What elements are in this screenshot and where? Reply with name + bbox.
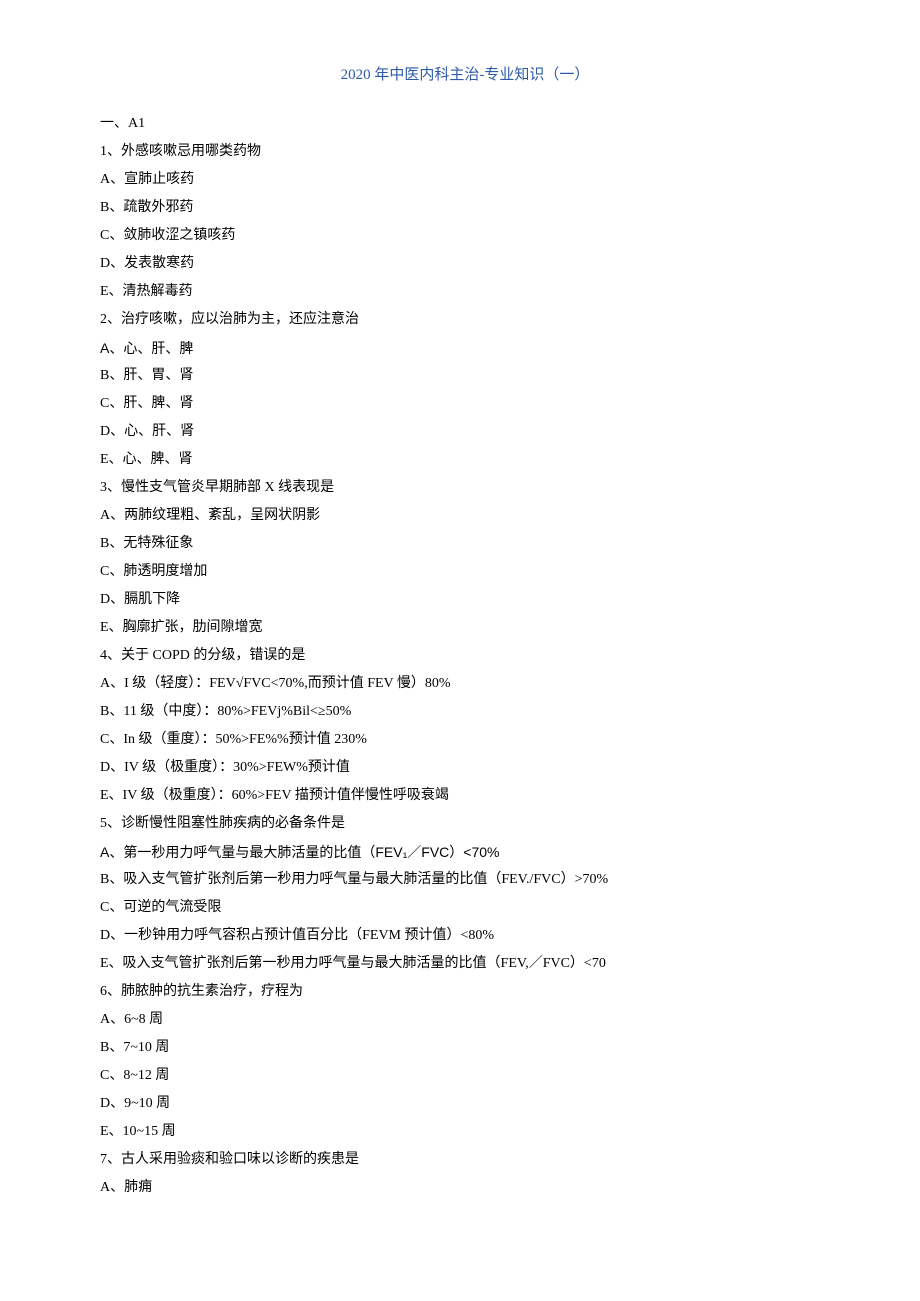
text-line: E、胸廓扩张，肋间隙增宽 (100, 614, 830, 642)
text-line: C、可逆的气流受限 (100, 894, 830, 922)
text-line: A、第一秒用力呼气量与最大肺活量的比值（FEV₁／FVC）<70% (100, 838, 830, 866)
text-line: B、吸入支气管扩张剂后第一秒用力呼气量与最大肺活量的比值（FEV./FVC）>7… (100, 866, 830, 894)
text-line: E、IV 级（极重度）：60%>FEV 描预计值伴慢性呼吸衰竭 (100, 782, 830, 810)
text-line: A、肺痈 (100, 1174, 830, 1202)
text-line: C、肺透明度增加 (100, 558, 830, 586)
text-line: B、无特殊征象 (100, 530, 830, 558)
text-line: E、清热解毒药 (100, 278, 830, 306)
text-line: A、心、肝、脾 (100, 334, 830, 362)
text-line: B、肝、胃、肾 (100, 362, 830, 390)
text-line: 7、古人采用验痰和验口味以诊断的疾患是 (100, 1146, 830, 1174)
text-line: D、一秒钟用力呼气容积占预计值百分比（FEVM 预计值）<80% (100, 922, 830, 950)
text-line: B、疏散外邪药 (100, 194, 830, 222)
text-line: C、In 级（重度）：50%>FE%%预计值 230% (100, 726, 830, 754)
document-body: 一、A11、外感咳嗽忌用哪类药物A、宣肺止咳药B、疏散外邪药C、敛肺收涩之镇咳药… (100, 110, 830, 1202)
text-line: 一、A1 (100, 110, 830, 138)
text-line: D、心、肝、肾 (100, 418, 830, 446)
text-line: 6、肺脓肿的抗生素治疗，疗程为 (100, 978, 830, 1006)
text-line: D、发表散寒药 (100, 250, 830, 278)
text-line: 2、治疗咳嗽，应以治肺为主，还应注意治 (100, 306, 830, 334)
text-line: E、吸入支气管扩张剂后第一秒用力呼气量与最大肺活量的比值（FEV,／FVC）<7… (100, 950, 830, 978)
text-line: A、I 级（轻度）：FEV√FVC<70%,而预计值 FEV 慢）80% (100, 670, 830, 698)
text-line: C、8~12 周 (100, 1062, 830, 1090)
text-line: D、9~10 周 (100, 1090, 830, 1118)
text-line: A、两肺纹理粗、紊乱，呈网状阴影 (100, 502, 830, 530)
text-line: 5、诊断慢性阻塞性肺疾病的必备条件是 (100, 810, 830, 838)
text-line: C、肝、脾、肾 (100, 390, 830, 418)
text-line: D、IV 级（极重度）：30%>FEW%预计值 (100, 754, 830, 782)
text-line: B、11 级（中度）：80%>FEVj%Bil<≥50% (100, 698, 830, 726)
text-line: E、心、脾、肾 (100, 446, 830, 474)
text-line: A、宣肺止咳药 (100, 166, 830, 194)
text-line: C、敛肺收涩之镇咳药 (100, 222, 830, 250)
text-line: A、6~8 周 (100, 1006, 830, 1034)
document-title: 2020 年中医内科主治-专业知识（一） (100, 60, 830, 90)
text-line: B、7~10 周 (100, 1034, 830, 1062)
text-line: 4、关于 COPD 的分级，错误的是 (100, 642, 830, 670)
text-line: E、10~15 周 (100, 1118, 830, 1146)
text-line: D、膈肌下降 (100, 586, 830, 614)
text-line: 3、慢性支气管炎早期肺部 X 线表现是 (100, 474, 830, 502)
text-line: 1、外感咳嗽忌用哪类药物 (100, 138, 830, 166)
